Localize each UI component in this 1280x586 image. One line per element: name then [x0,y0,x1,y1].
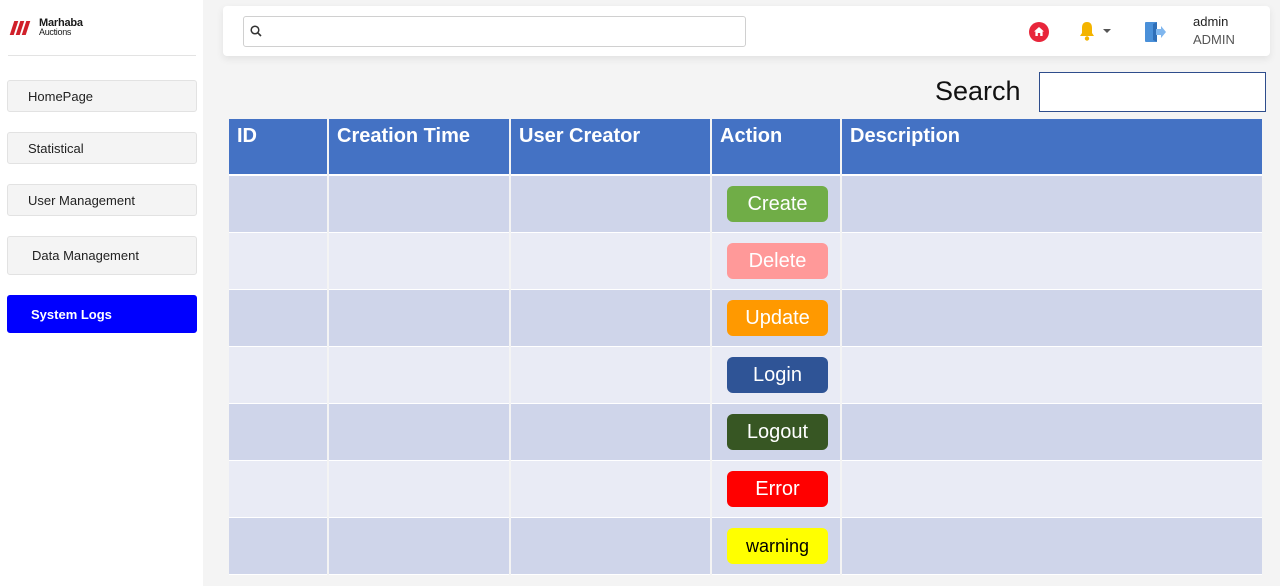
cell-creation-time [329,404,509,461]
logout-icon[interactable] [1143,20,1167,44]
cell-id [229,404,327,461]
brand-logo[interactable]: Marhaba Auctions [9,18,83,38]
bell-icon [1080,22,1094,41]
column-header-action: Action [712,119,840,176]
column-header-creation-time: Creation Time [329,119,509,176]
cell-description [842,404,1262,461]
cell-creation-time [329,233,509,290]
cell-id [229,290,327,347]
brand-subtitle: Auctions [39,27,72,37]
cell-id [229,518,327,575]
cell-action: Logout [712,404,840,461]
sidebar-item-label: Data Management [32,248,139,263]
cell-action: Error [712,461,840,518]
cell-creation-time [329,518,509,575]
action-create-button[interactable]: Create [727,186,828,222]
table-row: Create [229,176,1262,233]
cell-description [842,233,1262,290]
cell-description [842,290,1262,347]
cell-user-creator [511,233,710,290]
cell-creation-time [329,176,509,233]
cell-user-creator [511,347,710,404]
table-header-row: ID Creation Time User Creator Action Des… [229,119,1262,176]
global-search-input[interactable] [268,19,738,44]
action-delete-button[interactable]: Delete [727,243,828,279]
sidebar-item-homepage[interactable]: HomePage [7,80,197,112]
cell-user-creator [511,176,710,233]
cell-id [229,176,327,233]
sidebar-item-statistical[interactable]: Statistical [7,132,197,164]
column-header-id: ID [229,119,327,176]
cell-user-creator [511,404,710,461]
action-login-button[interactable]: Login [727,357,828,393]
cell-creation-time [329,347,509,404]
home-icon[interactable] [1029,22,1049,42]
cell-action: Create [712,176,840,233]
column-header-description: Description [842,119,1262,176]
table-row: warning [229,518,1262,575]
logo-icon [9,18,35,38]
cell-description [842,347,1262,404]
sidebar-item-label: Statistical [28,140,84,156]
sidebar-divider [8,55,196,56]
table-row: Update [229,290,1262,347]
system-logs-table: ID Creation Time User Creator Action Des… [227,119,1264,575]
sidebar-item-data-management[interactable]: Data Management [7,236,197,275]
action-warning-button[interactable]: warning [727,528,828,564]
cell-id [229,461,327,518]
column-header-user-creator: User Creator [511,119,710,176]
sidebar-item-label: HomePage [28,88,94,104]
sidebar: Marhaba Auctions HomePage Statistical Us… [0,0,203,586]
sidebar-item-label: System Logs [31,306,112,322]
cell-description [842,461,1262,518]
action-error-button[interactable]: Error [727,471,828,507]
table-row: Error [229,461,1262,518]
cell-user-creator [511,518,710,575]
action-logout-button[interactable]: Logout [727,414,828,450]
cell-description [842,518,1262,575]
user-role: ADMIN [1193,32,1235,47]
cell-id [229,233,327,290]
sidebar-item-user-management[interactable]: User Management [7,184,197,216]
cell-user-creator [511,290,710,347]
cell-id [229,347,327,404]
cell-creation-time [329,461,509,518]
search-label: Search [935,76,1021,106]
cell-user-creator [511,461,710,518]
action-update-button[interactable]: Update [727,300,828,336]
cell-action: Update [712,290,840,347]
sidebar-item-label: User Management [28,192,135,208]
cell-creation-time [329,290,509,347]
cell-action: Login [712,347,840,404]
cell-action: warning [712,518,840,575]
table-row: Login [229,347,1262,404]
cell-description [842,176,1262,233]
sidebar-item-system-logs[interactable]: System Logs [7,295,197,333]
user-name: admin [1193,14,1229,29]
global-search[interactable] [243,16,746,47]
table-row: Delete [229,233,1262,290]
top-bar: admin ADMIN [223,6,1270,56]
table-row: Logout [229,404,1262,461]
search-icon [250,25,262,37]
chevron-down-icon [1103,29,1111,33]
notifications-dropdown[interactable] [1077,20,1117,44]
cell-action: Delete [712,233,840,290]
log-search-input[interactable] [1039,72,1266,112]
